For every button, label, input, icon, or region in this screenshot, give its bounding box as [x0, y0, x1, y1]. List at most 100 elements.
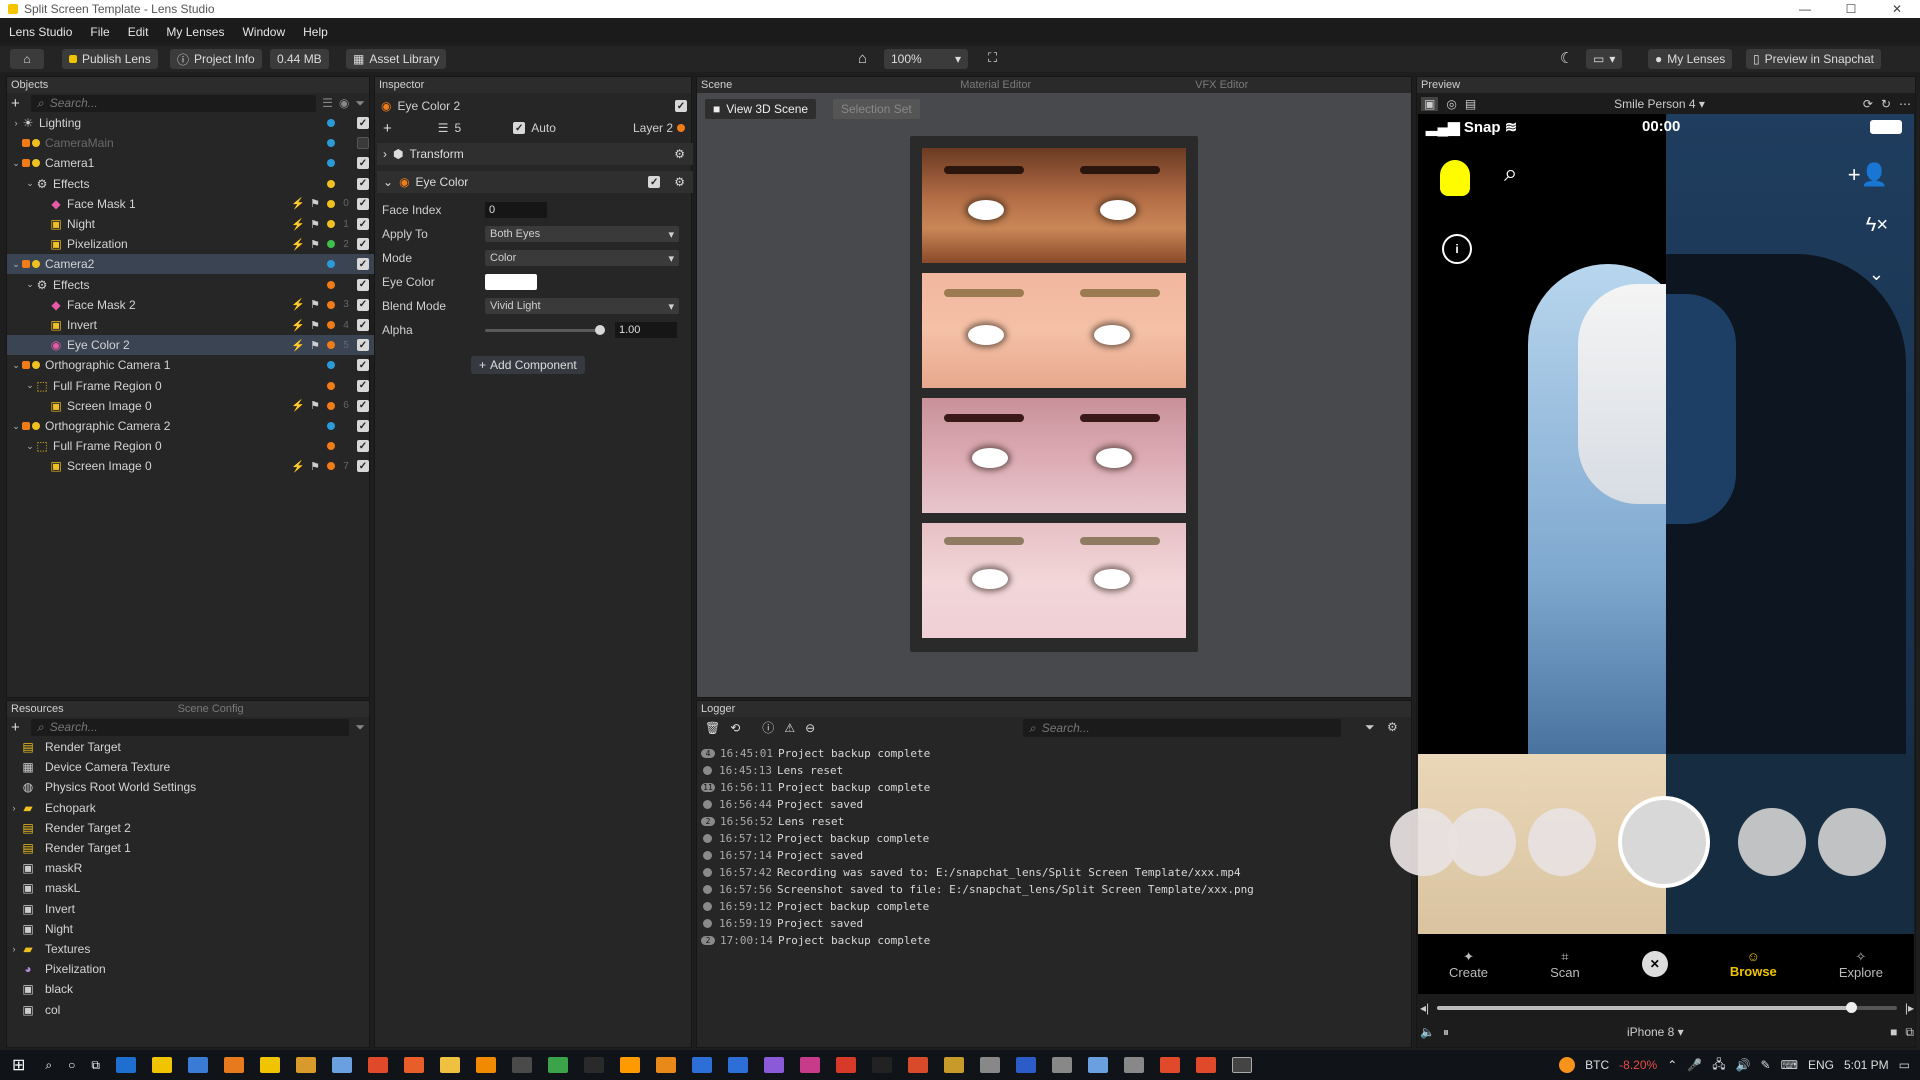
add-component-button[interactable]: + Add Component [471, 356, 585, 374]
visibility-checkbox[interactable]: ✓ [357, 258, 369, 271]
step-forward-icon[interactable]: |▸ [1905, 1001, 1914, 1015]
layer-label[interactable]: Layer 2 [633, 121, 673, 135]
tag-icon[interactable]: ⚑ [309, 197, 321, 210]
tree-row[interactable]: ⌄ ⚙ Effects ✓ [7, 174, 375, 194]
explorer-icon[interactable] [439, 1057, 460, 1073]
log-row[interactable]: 16:57:56 Screenshot saved to file: E:/sna… [701, 881, 1254, 898]
keyboard-icon[interactable]: ⌨ [1781, 1058, 1798, 1072]
lens-carousel-item[interactable] [1448, 808, 1516, 876]
visibility-checkbox[interactable]: ✓ [357, 379, 369, 392]
nav-create[interactable]: ✦ Create [1449, 949, 1488, 980]
reset-icon[interactable]: ↻ [1881, 97, 1891, 111]
log-row[interactable]: 16:45:13 Lens reset [701, 762, 843, 779]
log-row[interactable]: 16:59:19 Project saved [701, 915, 863, 932]
tree-row[interactable]: ⌄ ⚙ Effects ✓ [7, 275, 375, 295]
layer-dot[interactable] [327, 240, 335, 249]
visibility-checkbox[interactable] [357, 137, 369, 150]
auto-checkbox[interactable]: ✓ [513, 122, 526, 134]
object-enabled-checkbox[interactable]: ✓ [675, 100, 687, 112]
xd-icon[interactable] [799, 1057, 820, 1073]
word-icon[interactable] [1015, 1057, 1036, 1073]
tree-row[interactable]: ⌄ Camera1 ✓ [7, 153, 375, 173]
playback-handle[interactable] [1845, 1002, 1857, 1013]
add-friend-icon[interactable]: +👤 [1848, 162, 1888, 188]
layer-dot[interactable] [327, 139, 335, 148]
layer-dot[interactable] [327, 381, 335, 390]
nav-browse[interactable]: ☺ Browse [1730, 949, 1777, 979]
objects-search-input[interactable]: ⌕ Search... [31, 94, 317, 112]
visibility-checkbox[interactable]: ✓ [357, 319, 369, 331]
device-select[interactable]: iPhone 8 ▾ [1627, 1025, 1684, 1039]
clear-on-reset-icon[interactable]: ⟲ [730, 721, 740, 735]
search-icon[interactable]: ⌕ [45, 1058, 52, 1073]
tree-row[interactable]: ◆ Face Mask 2 ⚡ ⚑ 3 ✓ [7, 295, 375, 315]
tag-icon[interactable]: ⚑ [309, 319, 321, 332]
layer-dot[interactable] [327, 260, 335, 269]
tag-icon[interactable]: ⚑ [309, 399, 321, 412]
powerpoint-icon[interactable] [907, 1057, 928, 1073]
chevron-up-icon[interactable]: ⌃ [1667, 1058, 1677, 1072]
photoshop-icon[interactable] [691, 1057, 712, 1073]
logger-search-input[interactable]: ⌕ Search... [1023, 719, 1341, 737]
app-icon[interactable] [295, 1057, 316, 1073]
app-icon[interactable] [1123, 1057, 1144, 1073]
close-icon[interactable]: ✕ [1874, 0, 1920, 18]
wand-icon[interactable]: ⚡ [291, 238, 305, 251]
lens-carousel-item[interactable] [1528, 808, 1596, 876]
resource-item[interactable]: ▣ Invert [7, 899, 375, 919]
menu-edit[interactable]: Edit [119, 25, 158, 39]
firefox-icon[interactable] [223, 1057, 244, 1073]
calculator-icon[interactable] [187, 1057, 208, 1073]
fullscreen-icon[interactable]: ⛶ [988, 50, 997, 66]
menu-file[interactable]: File [81, 25, 118, 39]
pen-icon[interactable]: ✎ [1761, 1058, 1771, 1072]
tree-row[interactable]: ▣ Invert ⚡ ⚑ 4 ✓ [7, 315, 375, 335]
tree-row[interactable]: ◆ Face Mask 1 ⚡ ⚑ 0 ✓ [7, 194, 375, 214]
app-icon[interactable] [475, 1057, 496, 1073]
mode-select[interactable]: Color ▾ [485, 250, 679, 266]
layer-dot[interactable] [327, 462, 335, 471]
layer-dot[interactable] [327, 341, 335, 350]
project-info-button[interactable]: ⓘ Project Info [170, 49, 262, 69]
visibility-checkbox[interactable]: ✓ [357, 238, 369, 251]
expand-arrow-icon[interactable]: ⌄ [25, 279, 35, 290]
volume-icon[interactable]: 🔊 [1736, 1058, 1751, 1072]
apply-to-select[interactable]: Both Eyes ▾ [485, 226, 679, 242]
visibility-checkbox[interactable]: ✓ [357, 278, 369, 291]
menu-help[interactable]: Help [294, 25, 337, 39]
log-row[interactable]: 16:57:14 Project saved [701, 847, 863, 864]
tab-vfx-editor[interactable]: VFX Editor [1195, 79, 1248, 91]
component-enabled-checkbox[interactable]: ✓ [648, 176, 661, 188]
wand-icon[interactable]: ⚡ [291, 298, 305, 311]
after-effects-icon[interactable] [763, 1057, 784, 1073]
expand-arrow-icon[interactable]: › [11, 118, 21, 128]
resource-item[interactable]: ▣ col [7, 1000, 375, 1020]
expand-arrow-icon[interactable]: ⌄ [25, 178, 35, 189]
maximize-icon[interactable]: ☐ [1828, 0, 1874, 18]
warning-filter-icon[interactable]: ⚠ [784, 721, 795, 735]
my-lenses-button[interactable]: ● My Lenses [1648, 49, 1733, 69]
tree-row[interactable]: ▣ Screen Image 0 ⚡ ⚑ 6 ✓ [7, 396, 375, 416]
expand-arrow-icon[interactable]: ⌄ [11, 421, 21, 432]
filter-icon[interactable]: ⏷ [355, 720, 365, 735]
store-icon[interactable] [151, 1057, 172, 1073]
layer-dot[interactable] [327, 442, 335, 451]
visibility-checkbox[interactable]: ✓ [357, 298, 369, 311]
firefox-icon[interactable] [403, 1057, 424, 1073]
log-row[interactable]: 2 17:00:14 Project backup complete [701, 932, 930, 949]
resource-item[interactable]: ▣ maskL [7, 878, 375, 898]
app-icon[interactable] [547, 1057, 568, 1073]
add-icon[interactable]: + [375, 120, 392, 137]
resource-item[interactable]: ▣ black [7, 979, 375, 999]
expand-arrow-icon[interactable]: ⌄ [11, 360, 21, 371]
tree-row[interactable]: ▣ Night ⚡ ⚑ 1 ✓ [7, 214, 375, 234]
moon-icon[interactable]: ☾ [1560, 49, 1573, 67]
preview-in-snapchat-button[interactable]: ▯ Preview in Snapchat [1746, 49, 1882, 69]
app-icon[interactable] [511, 1057, 532, 1073]
pause-icon[interactable]: ⏸ [1443, 1025, 1449, 1040]
filter-icon[interactable]: ⏷ [355, 96, 365, 111]
illustrator-icon[interactable] [619, 1057, 640, 1073]
alpha-slider-handle[interactable] [595, 325, 605, 335]
visibility-checkbox[interactable]: ✓ [357, 339, 369, 352]
layer-dot[interactable] [327, 199, 335, 208]
